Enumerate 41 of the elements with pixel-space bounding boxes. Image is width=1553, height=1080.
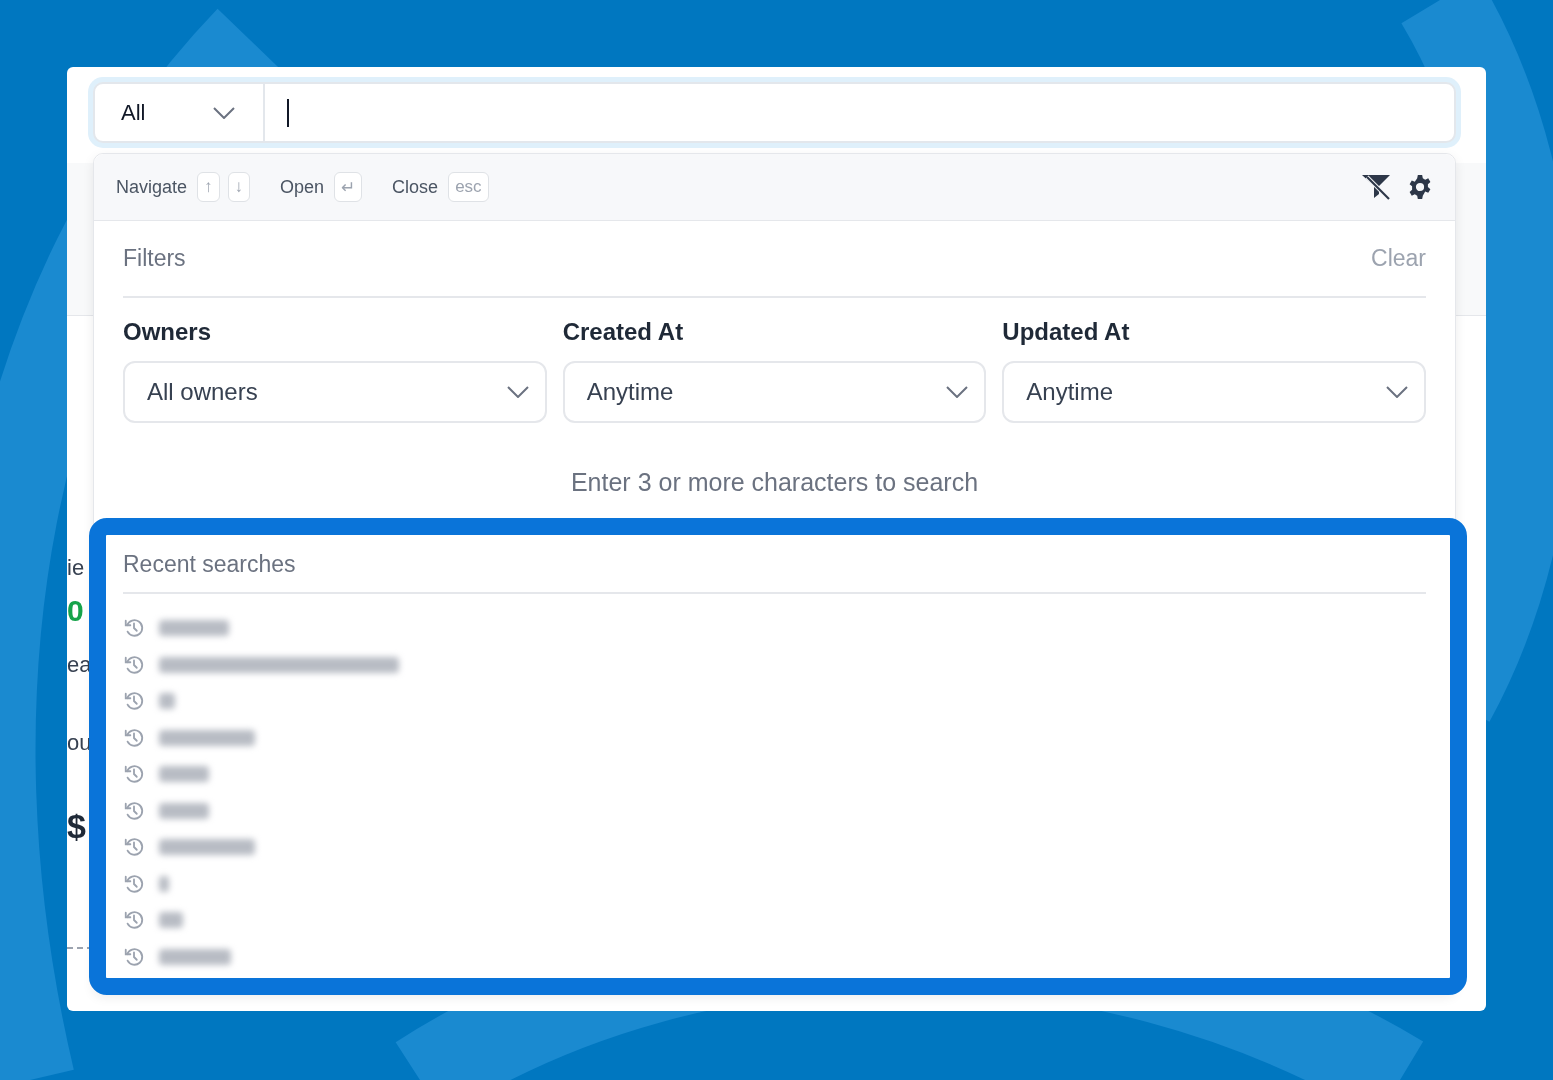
blurred-text	[159, 802, 209, 819]
history-icon	[123, 872, 145, 895]
blurred-text	[159, 875, 169, 892]
history-icon	[123, 726, 145, 749]
history-icon	[123, 945, 145, 968]
background-text: 0	[67, 594, 85, 628]
shortcut-label: Navigate	[116, 176, 188, 198]
filter-select[interactable]: All owners	[123, 361, 547, 423]
key-cap: ↵	[334, 172, 363, 202]
blurred-text	[159, 693, 175, 710]
shortcut-label: Close	[392, 176, 439, 198]
blurred-text	[159, 620, 229, 637]
key-cap: esc	[448, 172, 489, 202]
chevron-down-icon	[1386, 386, 1408, 398]
filters-heading: Filters	[123, 245, 186, 272]
key-cap: ↑	[197, 172, 220, 202]
blurred-text	[159, 948, 231, 965]
history-icon	[123, 617, 145, 640]
key-cap: ↓	[227, 172, 251, 202]
chevron-down-icon	[506, 386, 529, 398]
history-icon	[123, 799, 145, 822]
blurred-text	[159, 912, 183, 929]
blurred-text	[159, 766, 209, 783]
history-icon	[123, 653, 145, 676]
settings-icon[interactable]	[1407, 174, 1433, 200]
history-icon	[123, 690, 145, 713]
background-text: ie	[67, 555, 86, 581]
status-message: Enter 3 or more characters to search	[569, 468, 980, 497]
filter-label: Owners	[123, 318, 213, 346]
filter-label: Created At	[562, 318, 685, 346]
chevron-down-icon	[946, 386, 969, 398]
recent-searches-heading: Recent searches	[123, 537, 1426, 594]
filter-off-icon[interactable]	[1361, 174, 1391, 200]
history-icon	[123, 909, 145, 932]
shortcut-label: Open	[280, 176, 325, 198]
history-icon	[123, 836, 145, 859]
filter-label: Updated At	[1002, 318, 1131, 346]
background-text: $	[67, 806, 87, 846]
history-icon	[123, 763, 145, 786]
filter-select[interactable]: Anytime	[1002, 361, 1426, 423]
filter-select[interactable]: Anytime	[562, 361, 987, 423]
